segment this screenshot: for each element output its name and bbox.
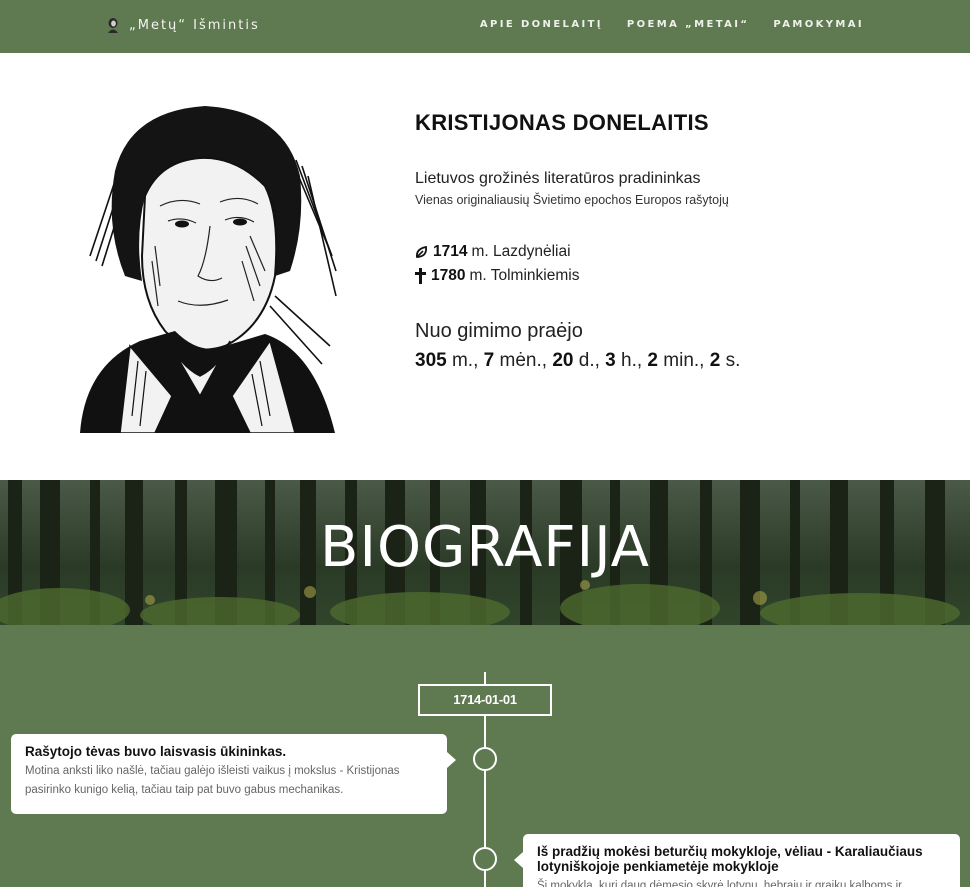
cross-icon — [415, 268, 426, 284]
counter-minutes: 2 — [647, 350, 658, 371]
death-year: 1780 — [431, 267, 466, 284]
author-name: KRISTIJONAS DONELAITIS — [415, 110, 709, 135]
timeline-card-title: Iš pradžių mokėsi beturčių mokykloje, vė… — [537, 844, 923, 874]
timeline-card: Rašytojo tėvas buvo laisvasis ūkininkas.… — [11, 734, 456, 814]
counter-months: 7 — [483, 350, 495, 371]
death-info: 1780 m. Tolminkiemis — [415, 267, 579, 285]
birth-year: 1714 — [433, 243, 468, 260]
nav-link-apie[interactable]: APIE DONELAITĮ — [480, 19, 603, 30]
donelaitis-portrait — [60, 96, 350, 433]
age-counter: 305 m., 7 mėn., 20 d., 3 h., 2 min., 2 s… — [415, 350, 740, 372]
counter-years: 305 — [415, 350, 447, 371]
timeline-card-title: Rašytojo tėvas buvo laisvasis ūkininkas. — [25, 744, 287, 759]
since-birth-label: Nuo gimimo praėjo — [415, 320, 583, 342]
birth-info: 1714 m. Lazdynėliai — [415, 243, 571, 261]
counter-minutes-unit: min., — [663, 350, 705, 371]
nav-links: APIE DONELAITĮ POEMA „METAI“ PAMOKYMAI — [480, 19, 864, 30]
timeline-dot — [473, 847, 497, 871]
counter-seconds: 2 — [709, 350, 721, 371]
leaf-icon — [416, 245, 427, 258]
counter-seconds-unit: s. — [725, 350, 741, 371]
nav-link-poema[interactable]: POEMA „METAI“ — [627, 19, 749, 30]
brand-link[interactable]: „Metų“ Išmintis — [106, 17, 260, 33]
counter-hours: 3 — [605, 350, 616, 371]
counter-days: 20 — [552, 350, 574, 371]
brand-text: „Metų“ Išmintis — [129, 17, 260, 33]
counter-years-unit: m., — [451, 350, 479, 371]
nav-link-pamokymai[interactable]: PAMOKYMAI — [773, 19, 864, 30]
death-place: m. Tolminkiemis — [469, 267, 580, 284]
timeline-card: Iš pradžių mokėsi beturčių mokykloje, vė… — [514, 834, 960, 887]
biography-title: BIOGRAFIJA — [320, 515, 650, 580]
timeline-date-badge: 1714-01-01 — [418, 684, 552, 716]
author-subtitle: Lietuvos grožinės literatūros pradininka… — [415, 170, 701, 187]
birth-place: m. Lazdynėliai — [471, 243, 571, 260]
top-navbar: „Metų“ Išmintis APIE DONELAITĮ POEMA „ME… — [0, 0, 970, 53]
timeline-dot — [473, 747, 497, 771]
timeline-card-text: Motina anksti liko našlė, tačiau galėjo … — [25, 765, 400, 796]
counter-months-unit: mėn., — [499, 350, 548, 371]
counter-hours-unit: h., — [621, 350, 643, 371]
counter-days-unit: d., — [578, 350, 600, 371]
timeline-card-text: Ši mokykla, kuri daug dėmesio skyrė loty… — [537, 880, 902, 887]
donelaitis-logo-icon — [108, 18, 118, 33]
author-subtitle-secondary: Vienas originaliausių Švietimo epochos E… — [415, 193, 729, 207]
